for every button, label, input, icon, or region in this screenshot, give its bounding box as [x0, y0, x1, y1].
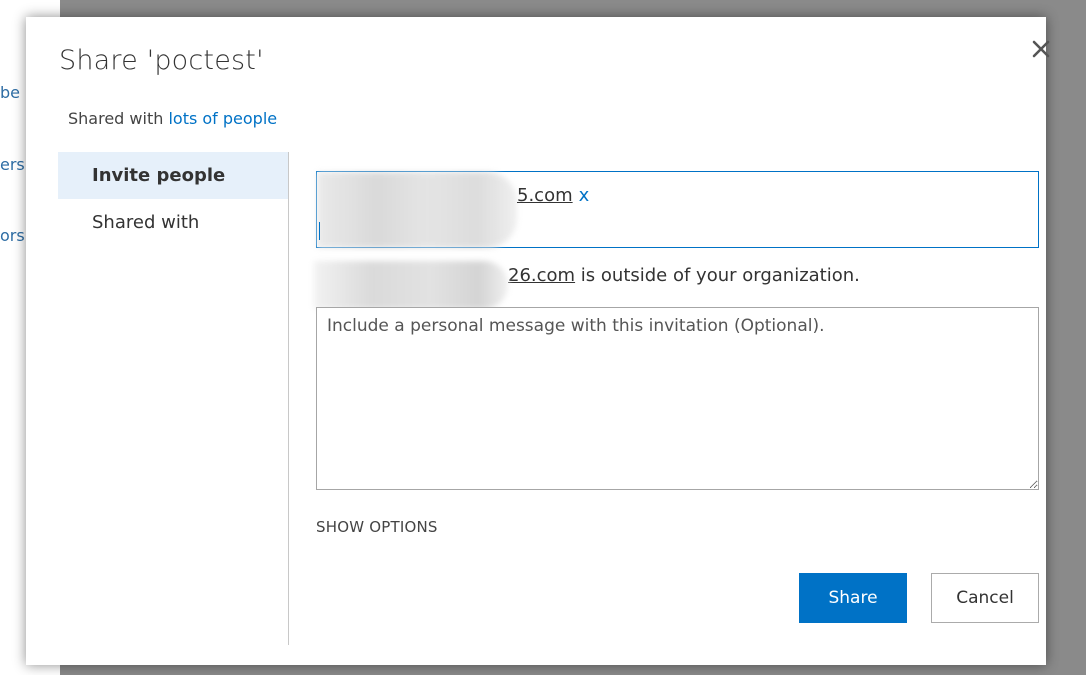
nav-item-shared-with[interactable]: Shared with	[58, 199, 288, 246]
shared-summary: Shared with lots of people	[68, 109, 277, 128]
text-caret	[319, 222, 320, 240]
nav-item-invite-people[interactable]: Invite people	[58, 152, 288, 199]
redacted-email-blur	[317, 172, 517, 248]
nav-divider	[288, 152, 289, 645]
share-button[interactable]: Share	[799, 573, 907, 623]
shared-prefix: Shared with	[68, 109, 164, 128]
background-item: ors	[0, 226, 25, 245]
background-item: ers	[0, 155, 25, 174]
redacted-warning-blur	[314, 261, 508, 309]
email-tag: 5.com x	[517, 185, 589, 206]
share-dialog: Share 'poctest' Shared with lots of peop…	[26, 17, 1050, 665]
close-button[interactable]	[1029, 37, 1053, 61]
warning-text: is outside of your organization.	[575, 265, 860, 286]
warning-address: 26.com	[508, 265, 576, 286]
remove-email-button[interactable]: x	[579, 185, 590, 206]
dialog-title: Share 'poctest'	[59, 45, 264, 76]
people-picker-input[interactable]: 5.com x	[316, 171, 1039, 248]
background-item: be	[0, 83, 20, 102]
personal-message-field[interactable]	[316, 307, 1039, 490]
shared-people-link[interactable]: lots of people	[168, 109, 277, 128]
close-icon	[1032, 40, 1050, 58]
email-tag-address: 5.com	[517, 185, 573, 206]
share-nav: Invite people Shared with	[58, 152, 288, 246]
show-options-link[interactable]: SHOW OPTIONS	[316, 518, 438, 536]
cancel-button[interactable]: Cancel	[931, 573, 1039, 623]
